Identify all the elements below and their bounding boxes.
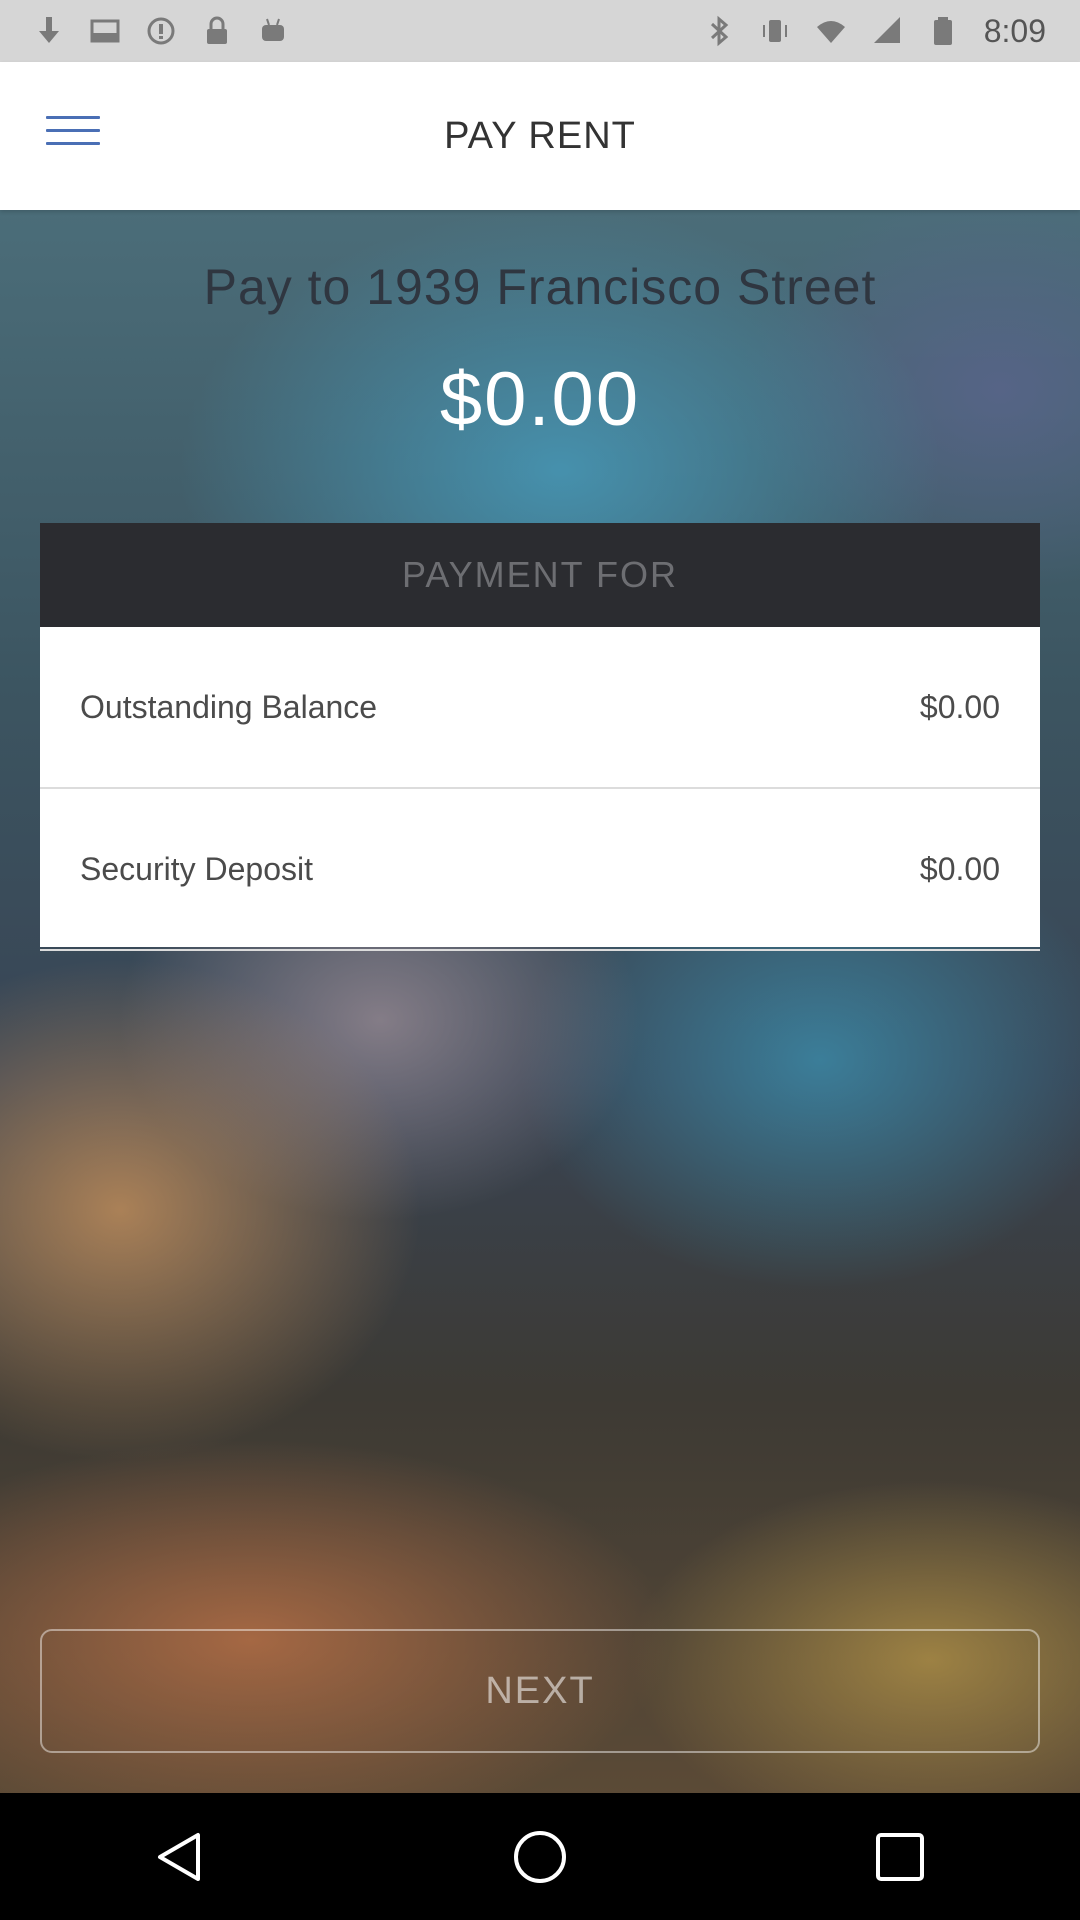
signal-icon — [873, 17, 900, 43]
security-deposit-row[interactable]: Security Deposit $0.00 — [40, 789, 1040, 951]
outstanding-balance-row[interactable]: Outstanding Balance $0.00 — [40, 627, 1040, 789]
app-bar: PAY RENT — [0, 62, 1080, 210]
recents-icon[interactable] — [860, 1817, 940, 1897]
status-bar: 8:09 — [0, 0, 1080, 62]
status-bar-right: 8:09 — [704, 13, 1080, 50]
android-icon — [262, 18, 284, 41]
page-title: PAY RENT — [444, 114, 636, 157]
status-time: 8:09 — [983, 12, 1046, 49]
alert-icon — [147, 17, 175, 45]
row-label: Security Deposit — [80, 850, 313, 887]
status-bar-left — [0, 15, 288, 47]
inbox-icon — [90, 19, 120, 43]
main-content: Pay to 1939 Francisco Street $0.00 PAYME… — [0, 210, 1080, 1793]
navigation-bar — [0, 1793, 1080, 1920]
lock-icon — [207, 16, 227, 44]
home-icon[interactable] — [500, 1817, 580, 1897]
next-button[interactable]: NEXT — [40, 1629, 1040, 1753]
wifi-icon — [816, 21, 845, 43]
row-value: $0.00 — [919, 688, 1000, 725]
pay-to-label: Pay to 1939 Francisco Street — [203, 259, 877, 315]
vibrate-icon — [762, 20, 787, 42]
payment-for-header: PAYMENT FOR — [40, 523, 1040, 627]
row-value: $0.00 — [919, 850, 1000, 887]
download-icon — [39, 17, 59, 43]
hamburger-menu-icon[interactable] — [46, 116, 100, 156]
row-label: Outstanding Balance — [80, 688, 378, 725]
total-amount: $0.00 — [439, 357, 641, 442]
back-icon[interactable] — [140, 1817, 220, 1897]
battery-icon — [933, 17, 952, 45]
bluetooth-icon — [710, 15, 728, 47]
payment-card: PAYMENT FOR Outstanding Balance $0.00 Se… — [40, 523, 1040, 951]
